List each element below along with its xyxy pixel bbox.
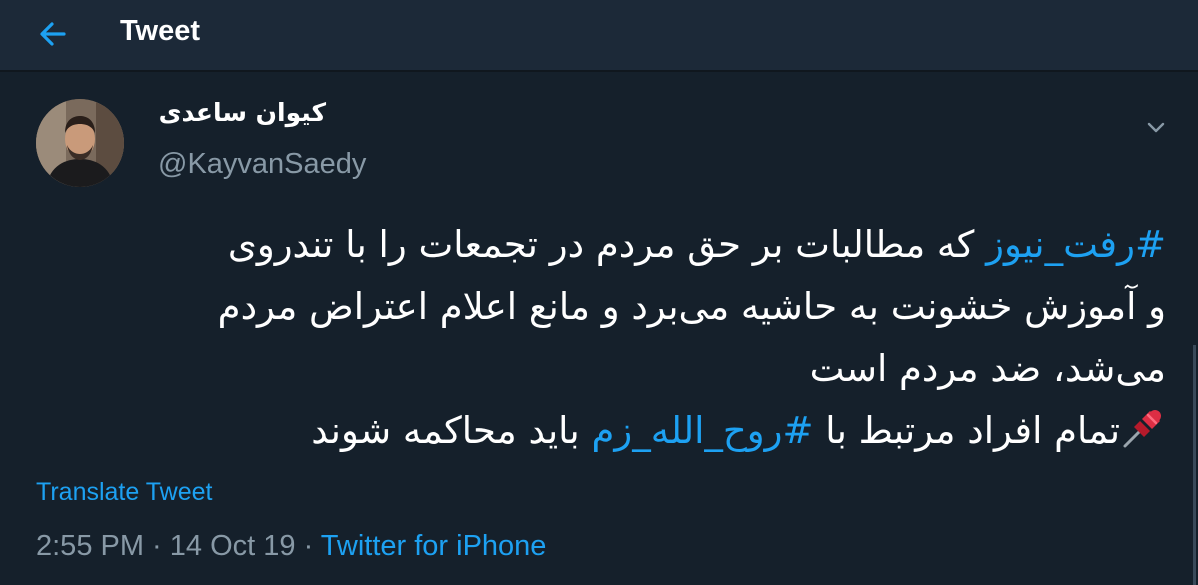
pushpin-icon: [1120, 405, 1166, 451]
hashtag-link[interactable]: #روح_الله_زم: [592, 409, 814, 452]
hashtag-link[interactable]: #رفت_نیوز: [986, 223, 1166, 266]
translate-tweet-link[interactable]: Translate Tweet: [36, 478, 212, 507]
author-handle[interactable]: @KayvanSaedy: [158, 148, 366, 181]
meta-separator: ·: [295, 530, 321, 562]
tweet-text-segment: تمام افراد مرتبط با: [813, 409, 1120, 452]
tweet-text: #رفت_نیوز که مطالبات بر حق مردم در تجمعا…: [100, 214, 1166, 462]
chevron-down-icon: [1147, 122, 1165, 133]
tweet-line: می‌شد، ضد مردم است: [809, 347, 1166, 390]
top-bar: Tweet: [0, 0, 1198, 72]
avatar[interactable]: [36, 99, 124, 187]
tweet-source-link[interactable]: Twitter for iPhone: [321, 530, 547, 562]
more-options-button[interactable]: [1142, 113, 1170, 141]
author-display-name[interactable]: کیوان ساعدی: [158, 98, 326, 127]
back-button[interactable]: [34, 16, 74, 52]
scrollbar[interactable]: [1193, 345, 1196, 585]
tweet-metadata: 2:55 PM · 14 Oct 19 · Twitter for iPhone: [36, 530, 546, 563]
tweet-text-segment: که مطالبات بر حق مردم در تجمعات را با تن…: [227, 223, 987, 266]
tweet-time: 2:55 PM: [36, 530, 144, 562]
tweet-line: تمام افراد مرتبط با #روح_الله_زم باید مح…: [100, 400, 1166, 462]
meta-separator: ·: [144, 530, 170, 562]
tweet-line: و آموزش خشونت به حاشیه می‌برد و مانع اعل…: [217, 285, 1166, 328]
tweet-line: #رفت_نیوز که مطالبات بر حق مردم در تجمعا…: [100, 214, 1166, 276]
page-title: Tweet: [120, 15, 201, 47]
tweet-text-segment: باید محاکمه شوند: [311, 409, 592, 452]
tweet-date: 14 Oct 19: [169, 530, 296, 562]
arrow-left-icon: [40, 22, 66, 46]
